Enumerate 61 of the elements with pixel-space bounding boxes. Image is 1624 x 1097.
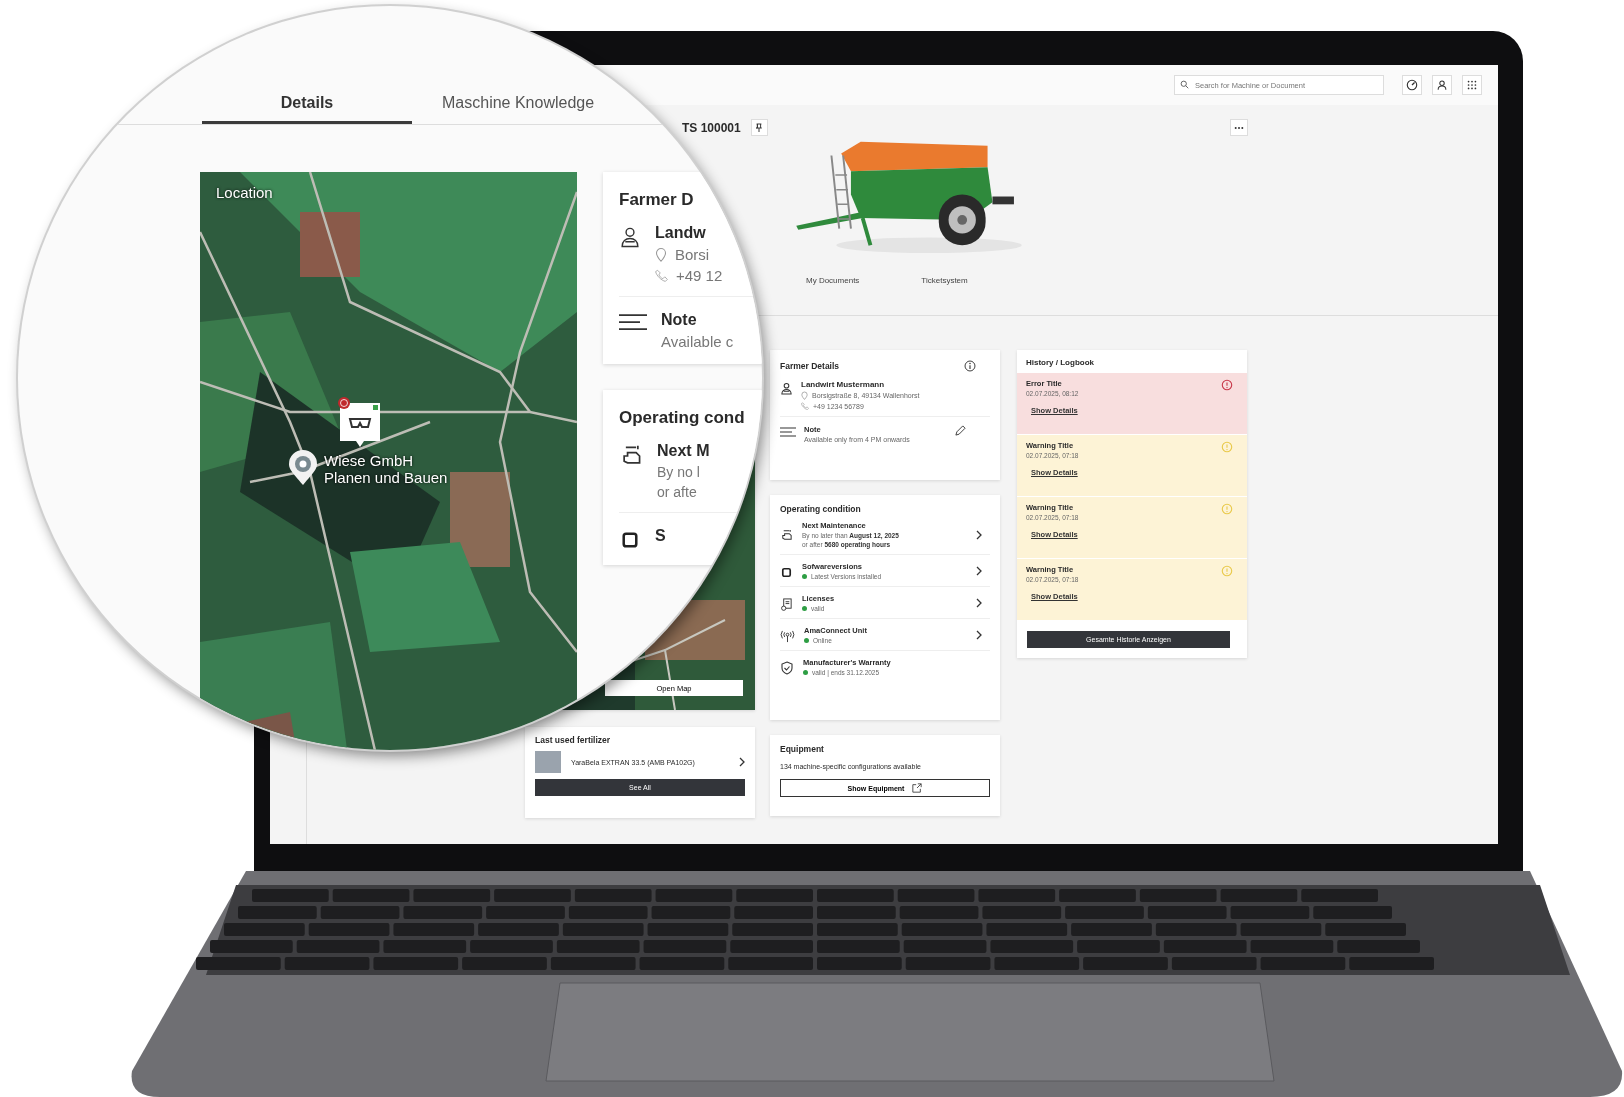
alert-icon bbox=[1221, 441, 1233, 453]
machine-marker-icon[interactable] bbox=[338, 397, 382, 449]
chevron-right-icon bbox=[976, 598, 982, 608]
apps-grid-icon[interactable] bbox=[1462, 75, 1482, 95]
user-icon[interactable] bbox=[1432, 75, 1452, 95]
card-title: History / Logbook bbox=[1025, 357, 1095, 369]
tab[interactable]: My Documents bbox=[806, 276, 860, 291]
engine-icon bbox=[780, 529, 793, 542]
alert-icon bbox=[1221, 379, 1233, 391]
ellipsis-icon bbox=[1234, 125, 1244, 130]
map-title: Location bbox=[216, 184, 273, 201]
note-lines-icon bbox=[619, 313, 647, 331]
alert-icon bbox=[1221, 503, 1233, 515]
machine-title: TS 100001 bbox=[682, 120, 741, 135]
tab[interactable]: Details bbox=[202, 84, 412, 124]
condition-title: Next M bbox=[657, 442, 710, 460]
farmer-address: Borsi bbox=[675, 246, 710, 263]
note-title: Note bbox=[661, 311, 698, 329]
location-pin-icon[interactable] bbox=[288, 450, 318, 486]
chevron-right-icon bbox=[976, 630, 982, 640]
farmer-name: Landw bbox=[655, 224, 707, 242]
info-icon[interactable] bbox=[964, 360, 976, 372]
chevron-right-icon bbox=[739, 757, 745, 767]
chip-icon bbox=[619, 529, 641, 551]
note-text: Available c bbox=[661, 333, 734, 350]
card-title: Equipment bbox=[780, 744, 825, 754]
more-button[interactable] bbox=[1230, 119, 1248, 136]
certificate-icon bbox=[780, 597, 793, 611]
phone-icon bbox=[801, 402, 809, 410]
chevron-right-icon bbox=[976, 566, 982, 576]
card-title: Farmer D bbox=[619, 190, 695, 210]
place-label: Wiese GmbH bbox=[324, 452, 415, 469]
condition-title: S bbox=[655, 527, 666, 545]
alert-icon bbox=[1221, 565, 1233, 577]
condition-detail: By no l bbox=[657, 464, 701, 480]
tab[interactable]: Ticketsystem bbox=[921, 276, 968, 291]
farmer-name: Landwirt Mustermann bbox=[801, 380, 885, 389]
location-pin-icon bbox=[801, 391, 808, 400]
shield-check-icon bbox=[780, 661, 794, 675]
chevron-right-icon bbox=[976, 529, 982, 540]
place-label: Planen und Bauen bbox=[324, 469, 448, 486]
external-link-icon bbox=[912, 783, 923, 793]
farmer-phone: +49 12 bbox=[676, 267, 723, 284]
phone-icon bbox=[655, 269, 668, 282]
card-title: Farmer Details bbox=[780, 361, 840, 371]
farmer-icon bbox=[619, 226, 641, 248]
card-title: Operating cond bbox=[619, 408, 746, 428]
photo-placeholder bbox=[535, 751, 561, 773]
pin-icon[interactable] bbox=[750, 119, 768, 136]
location-pin-icon bbox=[655, 247, 667, 262]
note-lines-icon bbox=[780, 427, 796, 437]
search-icon bbox=[1180, 80, 1189, 89]
card-title: Operating condition bbox=[780, 504, 862, 514]
card-title: Last used fertilizer bbox=[535, 735, 612, 745]
chip-icon bbox=[780, 565, 793, 579]
antenna-icon bbox=[780, 629, 795, 643]
condition-detail: or afte bbox=[657, 484, 698, 500]
gauge-icon[interactable] bbox=[1402, 75, 1422, 95]
farmer-icon bbox=[780, 382, 793, 395]
pencil-icon[interactable] bbox=[955, 425, 966, 436]
tab[interactable]: Maschine Knowledge bbox=[442, 84, 595, 124]
